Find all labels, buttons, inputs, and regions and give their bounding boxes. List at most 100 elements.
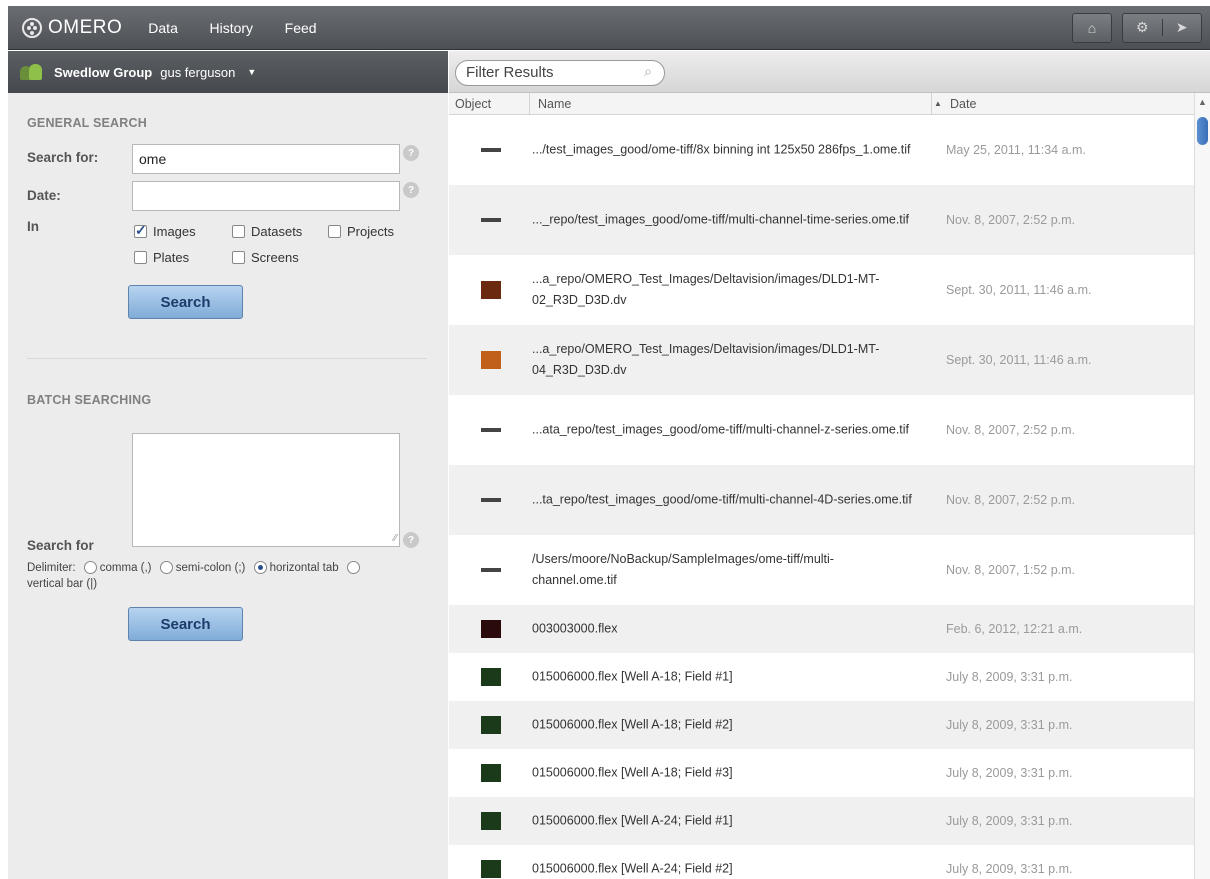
row-date: Nov. 8, 2007, 2:52 p.m. xyxy=(946,213,1076,227)
table-row[interactable]: 003003000.flex Feb. 6, 2012, 12:21 a.m. xyxy=(449,605,1194,653)
filter-input[interactable]: Filter Results ⌕ xyxy=(455,60,665,86)
table-row[interactable]: 015006000.flex [Well A-24; Field #1] July… xyxy=(449,797,1194,845)
date-label: Date: xyxy=(27,188,61,203)
scope-plates-checkbox[interactable]: Plates xyxy=(134,250,189,265)
app-name: OMERO xyxy=(48,16,123,38)
results-list: .../test_images_good/ome-tiff/8x binning… xyxy=(449,115,1194,879)
search-input[interactable] xyxy=(132,144,400,174)
search-panel: GENERAL SEARCH Search for: ? Date: ? In … xyxy=(8,93,448,879)
row-name[interactable]: ...ta_repo/test_images_good/ome-tiff/mul… xyxy=(532,490,912,511)
row-name[interactable]: 015006000.flex [Well A-18; Field #1] xyxy=(532,667,912,688)
scope-label: Projects xyxy=(347,224,394,239)
row-name[interactable]: 015006000.flex [Well A-18; Field #2] xyxy=(532,715,912,736)
settings-icon[interactable]: ⚙ xyxy=(1123,19,1162,36)
table-row[interactable]: 015006000.flex [Well A-18; Field #3] July… xyxy=(449,749,1194,797)
row-name[interactable]: ...a_repo/OMERO_Test_Images/Deltavision/… xyxy=(532,269,912,311)
delimiter-bar-radio[interactable] xyxy=(346,561,360,575)
batch-help-icon[interactable]: ? xyxy=(403,532,419,548)
delimiter-option-label: semi-colon (;) xyxy=(175,562,246,574)
batch-search-textarea[interactable]: ⁄⁄ xyxy=(132,433,400,547)
table-row[interactable]: 015006000.flex [Well A-18; Field #2] July… xyxy=(449,701,1194,749)
divider xyxy=(27,358,427,359)
image-thumbnail[interactable] xyxy=(481,860,501,878)
date-help-icon[interactable]: ? xyxy=(403,182,419,198)
scope-datasets-checkbox[interactable]: Datasets xyxy=(232,224,302,239)
results-header: Object Name ▲ Date xyxy=(449,93,1194,115)
row-date: July 8, 2009, 3:31 p.m. xyxy=(946,862,1073,876)
row-name[interactable]: 015006000.flex [Well A-24; Field #2] xyxy=(532,859,912,879)
row-name[interactable]: /Users/moore/NoBackup/SampleImages/ome-t… xyxy=(532,549,912,591)
row-name[interactable]: 015006000.flex [Well A-18; Field #3] xyxy=(532,763,912,784)
date-input[interactable] xyxy=(132,181,400,211)
basket-button[interactable]: ⌂ xyxy=(1072,12,1112,43)
group-switcher[interactable]: Swedlow Group gus ferguson ▼ xyxy=(8,51,448,93)
toolbar-group: ⚙ ➤ xyxy=(1122,12,1202,43)
image-thumbnail[interactable] xyxy=(481,218,501,222)
scope-projects-checkbox[interactable]: Projects xyxy=(328,224,394,239)
user-name: gus ferguson xyxy=(160,64,236,80)
scroll-up-icon[interactable]: ▲ xyxy=(1198,97,1207,107)
search-help-icon[interactable]: ? xyxy=(403,145,419,161)
table-row[interactable]: ...a_repo/OMERO_Test_Images/Deltavision/… xyxy=(449,255,1194,325)
image-thumbnail[interactable] xyxy=(481,351,501,369)
checkbox-icon xyxy=(328,225,341,238)
delimiter-option-label: vertical bar (|) xyxy=(27,578,98,590)
nav-feed[interactable]: Feed xyxy=(285,20,317,36)
image-thumbnail[interactable] xyxy=(481,498,501,502)
table-row[interactable]: /Users/moore/NoBackup/SampleImages/ome-t… xyxy=(449,535,1194,605)
image-thumbnail[interactable] xyxy=(481,620,501,638)
batch-search-button[interactable]: Search xyxy=(128,607,243,641)
image-thumbnail[interactable] xyxy=(481,764,501,782)
chevron-down-icon: ▼ xyxy=(247,67,257,77)
row-date: May 25, 2011, 11:34 a.m. xyxy=(946,143,1086,157)
scope-screens-checkbox[interactable]: Screens xyxy=(232,250,299,265)
image-thumbnail[interactable] xyxy=(481,148,501,152)
delimiter-tab-radio[interactable] xyxy=(253,561,267,575)
search-icon: ⌕ xyxy=(644,63,652,79)
table-row[interactable]: .../test_images_good/ome-tiff/8x binning… xyxy=(449,115,1194,185)
row-name[interactable]: ..._repo/test_images_good/ome-tiff/multi… xyxy=(532,210,912,231)
omero-logo-icon xyxy=(22,17,42,38)
delimiter-semicolon-radio[interactable] xyxy=(159,561,173,575)
checkbox-icon xyxy=(232,225,245,238)
nav-data[interactable]: Data xyxy=(148,20,178,36)
table-row[interactable]: ...ata_repo/test_images_good/ome-tiff/mu… xyxy=(449,395,1194,465)
scope-label: Plates xyxy=(153,250,190,265)
scope-images-checkbox[interactable]: Images xyxy=(134,222,196,239)
image-thumbnail[interactable] xyxy=(481,428,501,432)
filter-bar: Filter Results ⌕ xyxy=(449,51,1210,93)
delimiter-options: Delimiter: comma (,) semi-colon (;) hori… xyxy=(27,557,432,601)
table-row[interactable]: 015006000.flex [Well A-24; Field #2] July… xyxy=(449,845,1194,879)
column-object[interactable]: Object xyxy=(455,97,491,111)
image-thumbnail[interactable] xyxy=(481,568,501,572)
table-row[interactable]: 015006000.flex [Well A-18; Field #1] July… xyxy=(449,653,1194,701)
main-nav: Data History Feed xyxy=(122,20,316,36)
row-name[interactable]: 003003000.flex xyxy=(532,619,912,640)
logout-icon[interactable]: ➤ xyxy=(1161,19,1202,36)
filter-placeholder: Filter Results xyxy=(466,64,554,81)
basket-icon: ⌂ xyxy=(1087,19,1097,36)
row-name[interactable]: ...ata_repo/test_images_good/ome-tiff/mu… xyxy=(532,420,912,441)
row-name[interactable]: .../test_images_good/ome-tiff/8x binning… xyxy=(532,140,912,161)
row-date: Feb. 6, 2012, 12:21 a.m. xyxy=(946,622,1083,636)
row-name[interactable]: 015006000.flex [Well A-24; Field #1] xyxy=(532,811,912,832)
checkbox-icon xyxy=(134,251,147,264)
image-thumbnail[interactable] xyxy=(481,281,501,299)
row-date: July 8, 2009, 3:31 p.m. xyxy=(946,670,1073,684)
delimiter-comma-radio[interactable] xyxy=(83,561,97,575)
scrollbar-thumb[interactable] xyxy=(1197,117,1208,145)
column-name[interactable]: Name xyxy=(529,93,571,115)
row-name[interactable]: ...a_repo/OMERO_Test_Images/Deltavision/… xyxy=(532,339,912,381)
table-row[interactable]: ..._repo/test_images_good/ome-tiff/multi… xyxy=(449,185,1194,255)
scrollbar[interactable]: ▲ xyxy=(1194,93,1210,879)
image-thumbnail[interactable] xyxy=(481,668,501,686)
column-date[interactable]: Date xyxy=(931,93,976,115)
image-thumbnail[interactable] xyxy=(481,716,501,734)
general-search-button[interactable]: Search xyxy=(128,285,243,319)
table-row[interactable]: ...a_repo/OMERO_Test_Images/Deltavision/… xyxy=(449,325,1194,395)
image-thumbnail[interactable] xyxy=(481,812,501,830)
nav-history[interactable]: History xyxy=(209,20,253,36)
omero-logo[interactable]: OMERO xyxy=(22,17,122,39)
table-row[interactable]: ...ta_repo/test_images_good/ome-tiff/mul… xyxy=(449,465,1194,535)
resize-grip-icon[interactable]: ⁄⁄ xyxy=(394,533,397,544)
